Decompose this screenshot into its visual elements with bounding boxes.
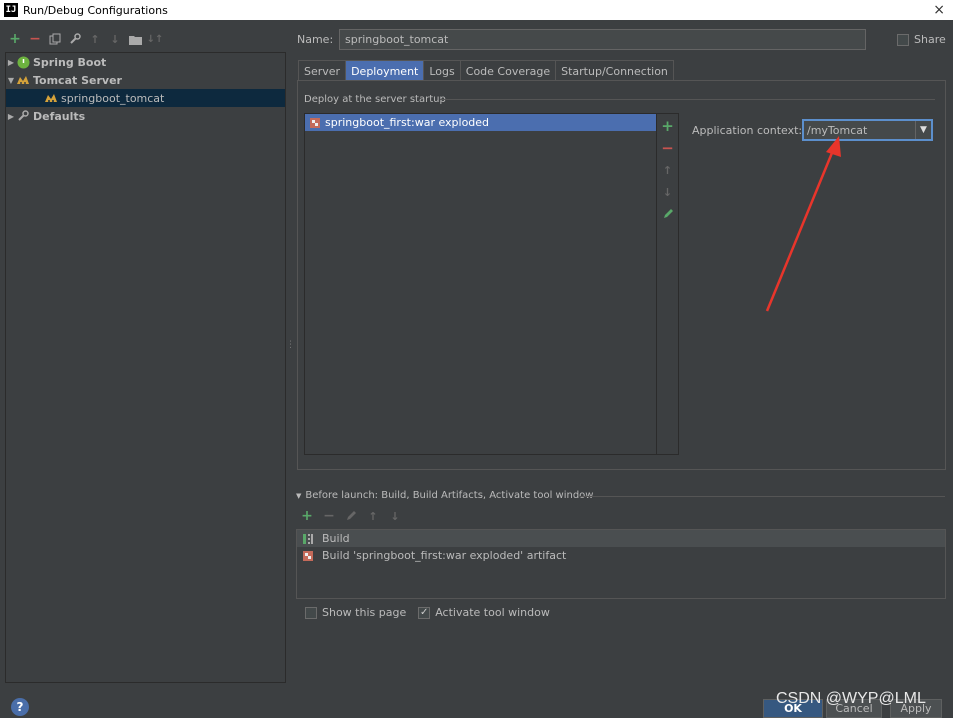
tree-item-label: Tomcat Server xyxy=(33,73,122,87)
plus-icon[interactable]: + xyxy=(8,31,22,47)
title-bar: IJ Run/Debug Configurations × xyxy=(0,0,953,20)
tomcat-icon xyxy=(44,91,58,105)
tree-item-spring-boot[interactable]: ▶ Spring Boot xyxy=(6,53,285,71)
collapse-arrow-icon[interactable]: ▼ xyxy=(6,76,16,85)
deploy-group-title: Deploy at the server startup xyxy=(304,94,446,105)
list-item[interactable]: Build xyxy=(297,530,945,547)
minus-icon[interactable]: − xyxy=(28,31,42,47)
minus-icon[interactable]: − xyxy=(322,508,336,524)
name-field[interactable]: springboot_tomcat xyxy=(339,29,866,50)
annotation-arrow-icon xyxy=(765,136,841,312)
list-item[interactable]: springboot_first:war exploded xyxy=(305,114,656,131)
show-page-label: Show this page xyxy=(322,606,407,619)
tab-code-coverage[interactable]: Code Coverage xyxy=(459,60,557,80)
collapse-arrow-icon[interactable]: ▼ xyxy=(296,492,301,500)
tab-logs[interactable]: Logs xyxy=(423,60,461,80)
tab-server[interactable]: Server xyxy=(298,60,347,80)
spring-boot-icon xyxy=(16,55,30,69)
plus-icon[interactable]: + xyxy=(300,508,314,524)
expand-arrow-icon[interactable]: ▶ xyxy=(6,58,16,67)
configurations-toolbar: + − ↑ ↓ ↓↑ xyxy=(8,28,164,50)
arrow-down-icon[interactable]: ↓ xyxy=(388,509,402,523)
chevron-down-icon[interactable]: ▼ xyxy=(915,121,931,139)
activate-tool-window-checkbox[interactable]: ✓ xyxy=(418,606,431,619)
tomcat-icon xyxy=(16,73,30,87)
sort-icon[interactable]: ↓↑ xyxy=(147,32,164,46)
wrench-icon xyxy=(16,109,30,123)
remove-artifact-minus-icon[interactable]: − xyxy=(661,139,675,157)
tree-item-tomcat-server[interactable]: ▼ Tomcat Server xyxy=(6,71,285,89)
artifact-icon xyxy=(308,116,322,130)
tree-item-label: Spring Boot xyxy=(33,55,107,69)
watermark: CSDN @WYP@LML xyxy=(776,690,926,707)
edit-pencil-icon[interactable] xyxy=(344,509,358,523)
intellij-app-icon: IJ xyxy=(4,3,18,17)
show-page-checkbox[interactable] xyxy=(305,606,317,619)
tab-deployment[interactable]: Deployment xyxy=(345,60,425,80)
name-label: Name: xyxy=(297,33,334,46)
before-launch-toolbar: + − ↑ ↓ xyxy=(300,508,402,524)
arrow-up-icon[interactable]: ↑ xyxy=(88,32,102,46)
arrow-up-icon[interactable]: ↑ xyxy=(366,509,380,523)
group-divider xyxy=(440,99,935,100)
share-label: Share xyxy=(914,33,946,46)
build-icon xyxy=(301,532,315,546)
add-artifact-plus-icon[interactable]: + xyxy=(661,117,675,135)
copy-icon[interactable] xyxy=(48,32,62,46)
artifact-icon xyxy=(301,549,315,563)
edit-pencil-icon[interactable] xyxy=(661,205,675,223)
share-option[interactable]: Share xyxy=(897,33,946,46)
tab-startup-connection[interactable]: Startup/Connection xyxy=(555,60,674,80)
list-item[interactable]: Build 'springboot_first:war exploded' ar… xyxy=(297,547,945,564)
wrench-icon[interactable] xyxy=(68,32,82,46)
build-artifact-step-label: Build 'springboot_first:war exploded' ar… xyxy=(322,549,567,562)
artifact-list[interactable]: springboot_first:war exploded xyxy=(304,113,657,455)
move-up-icon[interactable]: ↑ xyxy=(661,161,675,179)
build-step-label: Build xyxy=(322,532,350,545)
tree-item-label: springboot_tomcat xyxy=(61,91,165,105)
splitter-handle[interactable]: ⋮ xyxy=(286,340,295,350)
folder-icon[interactable] xyxy=(128,32,142,46)
configuration-tree: ▶ Spring Boot ▼ Tomcat Server springboot… xyxy=(5,52,286,683)
before-launch-header[interactable]: ▼ Before launch: Build, Build Artifacts,… xyxy=(296,490,593,501)
tree-item-defaults[interactable]: ▶ Defaults xyxy=(6,107,285,125)
tree-item-springboot-tomcat[interactable]: springboot_tomcat xyxy=(6,89,285,107)
before-launch-divider xyxy=(580,496,945,497)
arrow-down-icon[interactable]: ↓ xyxy=(108,32,122,46)
artifact-toolbar: + − ↑ ↓ xyxy=(657,113,679,455)
window-title: Run/Debug Configurations xyxy=(23,3,168,17)
expand-arrow-icon[interactable]: ▶ xyxy=(6,112,16,121)
share-checkbox[interactable] xyxy=(897,33,909,46)
help-icon[interactable]: ? xyxy=(11,698,29,716)
activate-tool-window-label: Activate tool window xyxy=(435,606,550,619)
launch-options: Show this page ✓ Activate tool window xyxy=(305,606,550,619)
show-page-option[interactable]: Show this page xyxy=(305,606,406,619)
move-down-icon[interactable]: ↓ xyxy=(661,183,675,201)
before-launch-list[interactable]: Build Build 'springboot_first:war explod… xyxy=(296,529,946,599)
activate-tool-window-option[interactable]: ✓ Activate tool window xyxy=(418,606,550,619)
before-launch-title: Before launch: Build, Build Artifacts, A… xyxy=(305,490,594,501)
config-tabs: Server Deployment Logs Code Coverage Sta… xyxy=(298,60,674,80)
artifact-label: springboot_first:war exploded xyxy=(325,116,490,129)
tree-item-label: Defaults xyxy=(33,109,86,123)
close-icon[interactable]: × xyxy=(933,2,945,18)
